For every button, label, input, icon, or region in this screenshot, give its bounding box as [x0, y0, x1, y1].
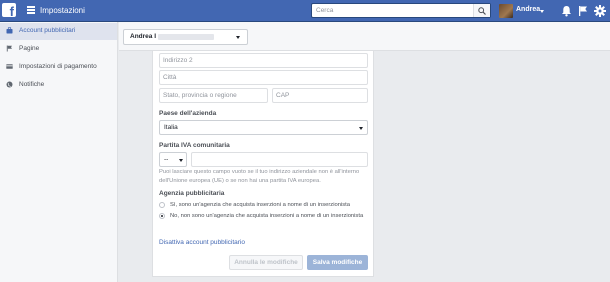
vat-number-field[interactable]	[191, 152, 368, 167]
sidebar-item-payment-settings[interactable]: Impostazioni di pagamento	[0, 59, 117, 76]
sidebar-item-label: Pagine	[19, 45, 40, 52]
radio-button-selected[interactable]	[159, 213, 165, 219]
country-label: Paese dell'azienda	[159, 110, 217, 117]
search-input[interactable]	[312, 4, 473, 17]
flag-icon	[6, 45, 12, 52]
menu-icon[interactable]	[27, 6, 35, 14]
bell-icon[interactable]	[561, 5, 572, 17]
vat-prefix-value: --	[164, 156, 169, 163]
vat-prefix-select[interactable]: --	[159, 152, 187, 167]
agency-option-yes-label: Sì, sono un'agenzia che acquista inserzi…	[170, 202, 350, 208]
chevron-down-icon	[359, 127, 363, 130]
vat-label: Partita IVA comunitaria	[159, 142, 230, 149]
search-icon	[478, 7, 486, 15]
search-button[interactable]	[473, 4, 490, 17]
deactivate-account-link[interactable]: Disattiva account pubblicitario	[159, 239, 245, 246]
agency-option-no-label: No, non sono un'agenzia che acquista ins…	[170, 213, 364, 219]
sidebar-item-pages[interactable]: Pagine	[0, 41, 117, 58]
cancel-button[interactable]: Annulla le modifiche	[229, 255, 303, 270]
card-icon	[6, 64, 13, 69]
chevron-down-icon	[179, 159, 183, 162]
avatar[interactable]	[499, 4, 513, 18]
profile-name[interactable]: Andrea	[516, 6, 540, 13]
top-bar: f Impostazioni Andrea	[0, 0, 610, 22]
account-id-redacted	[158, 34, 214, 40]
country-select[interactable]: Italia	[159, 120, 368, 135]
sidebar-item-label: Impostazioni di pagamento	[19, 63, 97, 70]
radio-button[interactable]	[159, 202, 165, 208]
agency-label: Agenzia pubblicitaria	[159, 190, 225, 197]
address2-field[interactable]	[159, 53, 368, 68]
country-value: Italia	[164, 124, 178, 131]
zip-field[interactable]	[272, 88, 368, 103]
flag-icon[interactable]	[578, 5, 588, 17]
account-name: Andrea I	[130, 33, 157, 40]
facebook-logo[interactable]: f	[2, 3, 16, 17]
chevron-down-icon	[236, 36, 240, 39]
sidebar-item-ad-accounts[interactable]: Account pubblicitari	[0, 23, 117, 40]
sidebar: Account pubblicitari Pagine Impostazioni…	[0, 22, 118, 282]
sidebar-item-label: Account pubblicitari	[19, 27, 76, 34]
city-field[interactable]	[159, 70, 368, 85]
briefcase-icon	[6, 27, 13, 34]
gear-icon[interactable]	[594, 5, 606, 17]
globe-icon	[6, 81, 13, 88]
state-field[interactable]	[159, 88, 268, 103]
page-title: Impostazioni	[40, 6, 85, 15]
chevron-down-icon[interactable]	[540, 10, 544, 13]
account-selector[interactable]: Andrea I	[123, 29, 248, 45]
sidebar-item-notifications[interactable]: Notifiche	[0, 77, 117, 94]
search-box	[311, 3, 491, 18]
vat-help-text: Puoi lasciare questo campo vuoto se il t…	[159, 169, 360, 184]
sidebar-item-label: Notifiche	[19, 81, 45, 88]
save-button[interactable]: Salva modifiche	[307, 255, 368, 270]
